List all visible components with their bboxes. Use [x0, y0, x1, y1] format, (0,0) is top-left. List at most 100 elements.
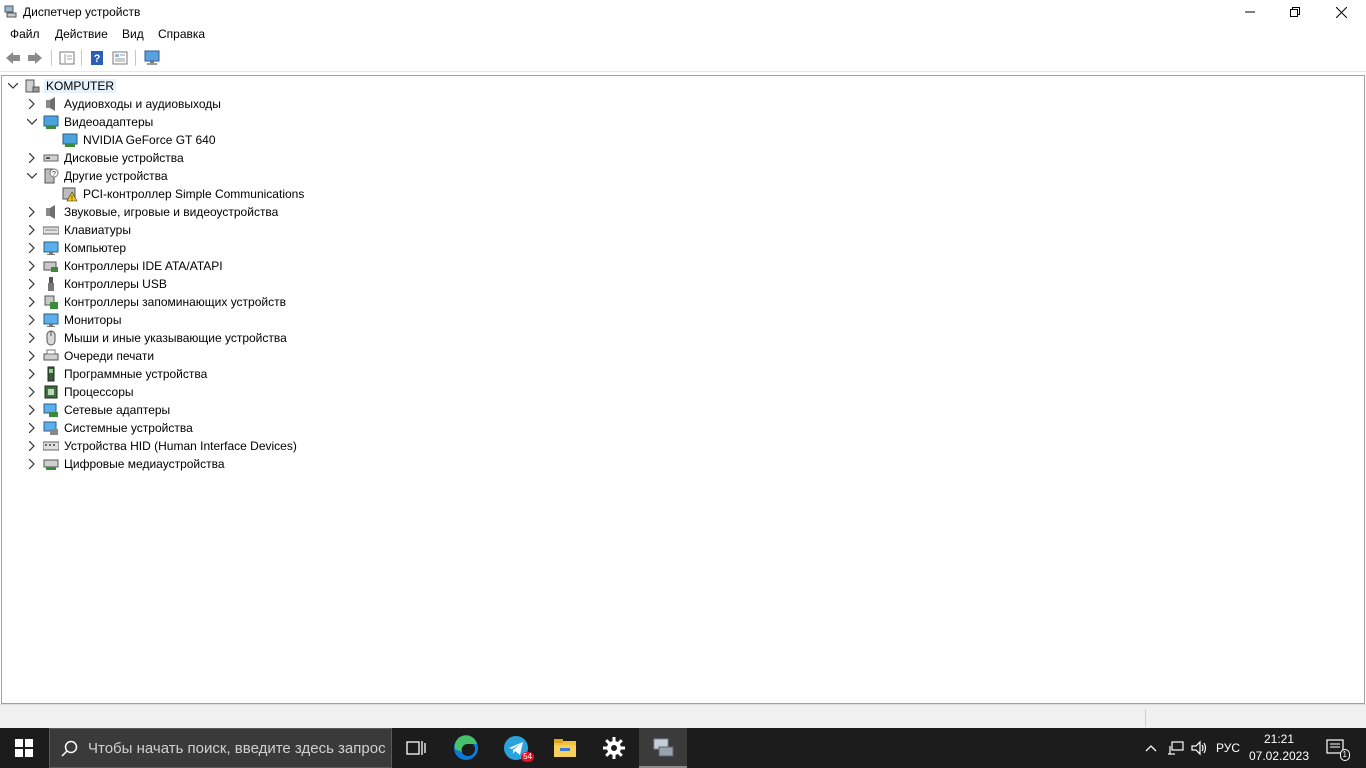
device-manager-taskbar-button[interactable] — [639, 728, 687, 768]
start-button[interactable] — [0, 728, 48, 768]
chevron-right-icon[interactable] — [26, 260, 38, 272]
menu-view[interactable]: Вид — [122, 27, 144, 41]
tree-category-label[interactable]: Дисковые устройства — [64, 151, 184, 165]
tree-category-label[interactable]: Другие устройства — [64, 169, 168, 183]
tree-category[interactable]: Аудиовходы и аудиовыходы — [2, 95, 402, 113]
chevron-down-icon[interactable] — [26, 170, 38, 182]
tree-category[interactable]: Контроллеры IDE ATA/ATAPI — [2, 257, 402, 275]
show-hide-console-tree-button[interactable] — [57, 49, 77, 67]
tree-category-label[interactable]: Компьютер — [64, 241, 126, 255]
tree-category[interactable]: Дисковые устройства — [2, 149, 402, 167]
tree-category-label[interactable]: Контроллеры USB — [64, 277, 167, 291]
volume-tray-button[interactable] — [1188, 728, 1212, 768]
chevron-right-icon[interactable] — [26, 404, 38, 416]
tree-category-label[interactable]: Программные устройства — [64, 367, 207, 381]
menu-file[interactable]: Файл — [10, 27, 40, 41]
tree-category[interactable]: Звуковые, игровые и видеоустройства — [2, 203, 402, 221]
network-tray-button[interactable] — [1164, 728, 1188, 768]
mouse-icon — [46, 330, 56, 346]
tree-category[interactable]: Клавиатуры — [2, 221, 402, 239]
tree-category-label[interactable]: Контроллеры IDE ATA/ATAPI — [64, 259, 223, 273]
arrow-left-icon — [6, 52, 20, 64]
task-view-button[interactable] — [392, 728, 440, 768]
tree-category[interactable]: Компьютер — [2, 239, 402, 257]
restore-button[interactable] — [1272, 0, 1318, 24]
chevron-right-icon[interactable] — [26, 332, 38, 344]
chevron-right-icon[interactable] — [26, 422, 38, 434]
search-box[interactable]: Чтобы начать поиск, введите здесь запрос — [49, 728, 392, 768]
tree-category-label[interactable]: Звуковые, игровые и видеоустройства — [64, 205, 278, 219]
tree-category[interactable]: Системные устройства — [2, 419, 402, 437]
menu-bar: Файл Действие Вид Справка — [0, 24, 1366, 44]
toolbar-separator — [51, 50, 52, 66]
clock[interactable]: 21:21 07.02.2023 — [1244, 731, 1314, 765]
chevron-down-icon[interactable] — [7, 80, 19, 92]
tree-category-label[interactable]: Мыши и иные указывающие устройства — [64, 331, 287, 345]
tree-category[interactable]: Очереди печати — [2, 347, 402, 365]
language-indicator[interactable]: РУС — [1212, 728, 1244, 768]
tree-category[interactable]: Сетевые адаптеры — [2, 401, 402, 419]
chevron-right-icon[interactable] — [26, 296, 38, 308]
chevron-right-icon[interactable] — [26, 278, 38, 290]
tree-category[interactable]: Устройства HID (Human Interface Devices) — [2, 437, 402, 455]
chevron-right-icon[interactable] — [26, 152, 38, 164]
help-button[interactable]: ? — [87, 49, 107, 67]
scan-hardware-button[interactable] — [142, 49, 162, 67]
close-button[interactable] — [1318, 0, 1364, 24]
tree-category-label[interactable]: Клавиатуры — [64, 223, 131, 237]
menu-action[interactable]: Действие — [55, 27, 108, 41]
tree-category-label[interactable]: Видеоадаптеры — [64, 115, 153, 129]
tree-device[interactable]: NVIDIA GeForce GT 640 — [2, 131, 402, 149]
tree-category-label[interactable]: Аудиовходы и аудиовыходы — [64, 97, 221, 111]
tree-root-label[interactable]: KOMPUTER — [44, 79, 117, 93]
edge-app-button[interactable] — [442, 728, 490, 768]
back-button[interactable] — [3, 49, 23, 67]
software-device-icon — [47, 366, 55, 382]
warning-device-icon: ! — [62, 187, 78, 202]
display-adapter-icon — [62, 133, 78, 147]
tree-category-label[interactable]: Очереди печати — [64, 349, 154, 363]
chevron-down-icon[interactable] — [26, 116, 38, 128]
properties-button[interactable] — [110, 49, 130, 67]
menu-help[interactable]: Справка — [158, 27, 205, 41]
file-explorer-button[interactable] — [541, 728, 589, 768]
chevron-right-icon[interactable] — [26, 314, 38, 326]
minimize-button[interactable] — [1227, 0, 1273, 24]
device-tree[interactable]: KOMPUTER Аудиовходы и аудиовыходы Видеоад… — [1, 75, 1365, 704]
tree-device-label[interactable]: NVIDIA GeForce GT 640 — [83, 133, 216, 147]
tree-category-label[interactable]: Цифровые медиаустройства — [64, 457, 225, 471]
tree-category-label[interactable]: Устройства HID (Human Interface Devices) — [64, 439, 297, 453]
chevron-right-icon[interactable] — [26, 350, 38, 362]
tree-category[interactable]: Программные устройства — [2, 365, 402, 383]
tree-category[interactable]: ? Другие устройства — [2, 167, 402, 185]
tree-category[interactable]: Контроллеры запоминающих устройств — [2, 293, 402, 311]
chevron-right-icon[interactable] — [26, 206, 38, 218]
tree-category[interactable]: Видеоадаптеры — [2, 113, 402, 131]
forward-button[interactable] — [25, 49, 45, 67]
tree-category[interactable]: Мыши и иные указывающие устройства — [2, 329, 402, 347]
chevron-right-icon[interactable] — [26, 242, 38, 254]
chevron-right-icon[interactable] — [26, 386, 38, 398]
chevron-right-icon[interactable] — [26, 98, 38, 110]
tree-category[interactable]: Цифровые медиаустройства — [2, 455, 402, 473]
tree-device-label[interactable]: PCI-контроллер Simple Communications — [83, 187, 304, 201]
telegram-app-button[interactable]: 54 — [492, 728, 540, 768]
tree-category[interactable]: Мониторы — [2, 311, 402, 329]
tree-category-label[interactable]: Системные устройства — [64, 421, 193, 435]
show-hidden-icons-button[interactable] — [1140, 728, 1162, 768]
chevron-right-icon[interactable] — [26, 224, 38, 236]
settings-app-button[interactable] — [590, 728, 638, 768]
tree-root[interactable]: KOMPUTER — [2, 77, 302, 95]
tree-category[interactable]: Процессоры — [2, 383, 402, 401]
chevron-right-icon[interactable] — [26, 440, 38, 452]
tree-category-label[interactable]: Контроллеры запоминающих устройств — [64, 295, 286, 309]
tree-category-label[interactable]: Сетевые адаптеры — [64, 403, 170, 417]
tree-device[interactable]: ! PCI-контроллер Simple Communications — [2, 185, 402, 203]
chevron-right-icon[interactable] — [26, 368, 38, 380]
tree-category-label[interactable]: Мониторы — [64, 313, 121, 327]
tree-category-label[interactable]: Процессоры — [64, 385, 134, 399]
search-placeholder[interactable]: Чтобы начать поиск, введите здесь запрос — [88, 740, 386, 757]
tree-category[interactable]: Контроллеры USB — [2, 275, 402, 293]
action-center-button[interactable]: 1 — [1318, 728, 1354, 768]
chevron-right-icon[interactable] — [26, 458, 38, 470]
